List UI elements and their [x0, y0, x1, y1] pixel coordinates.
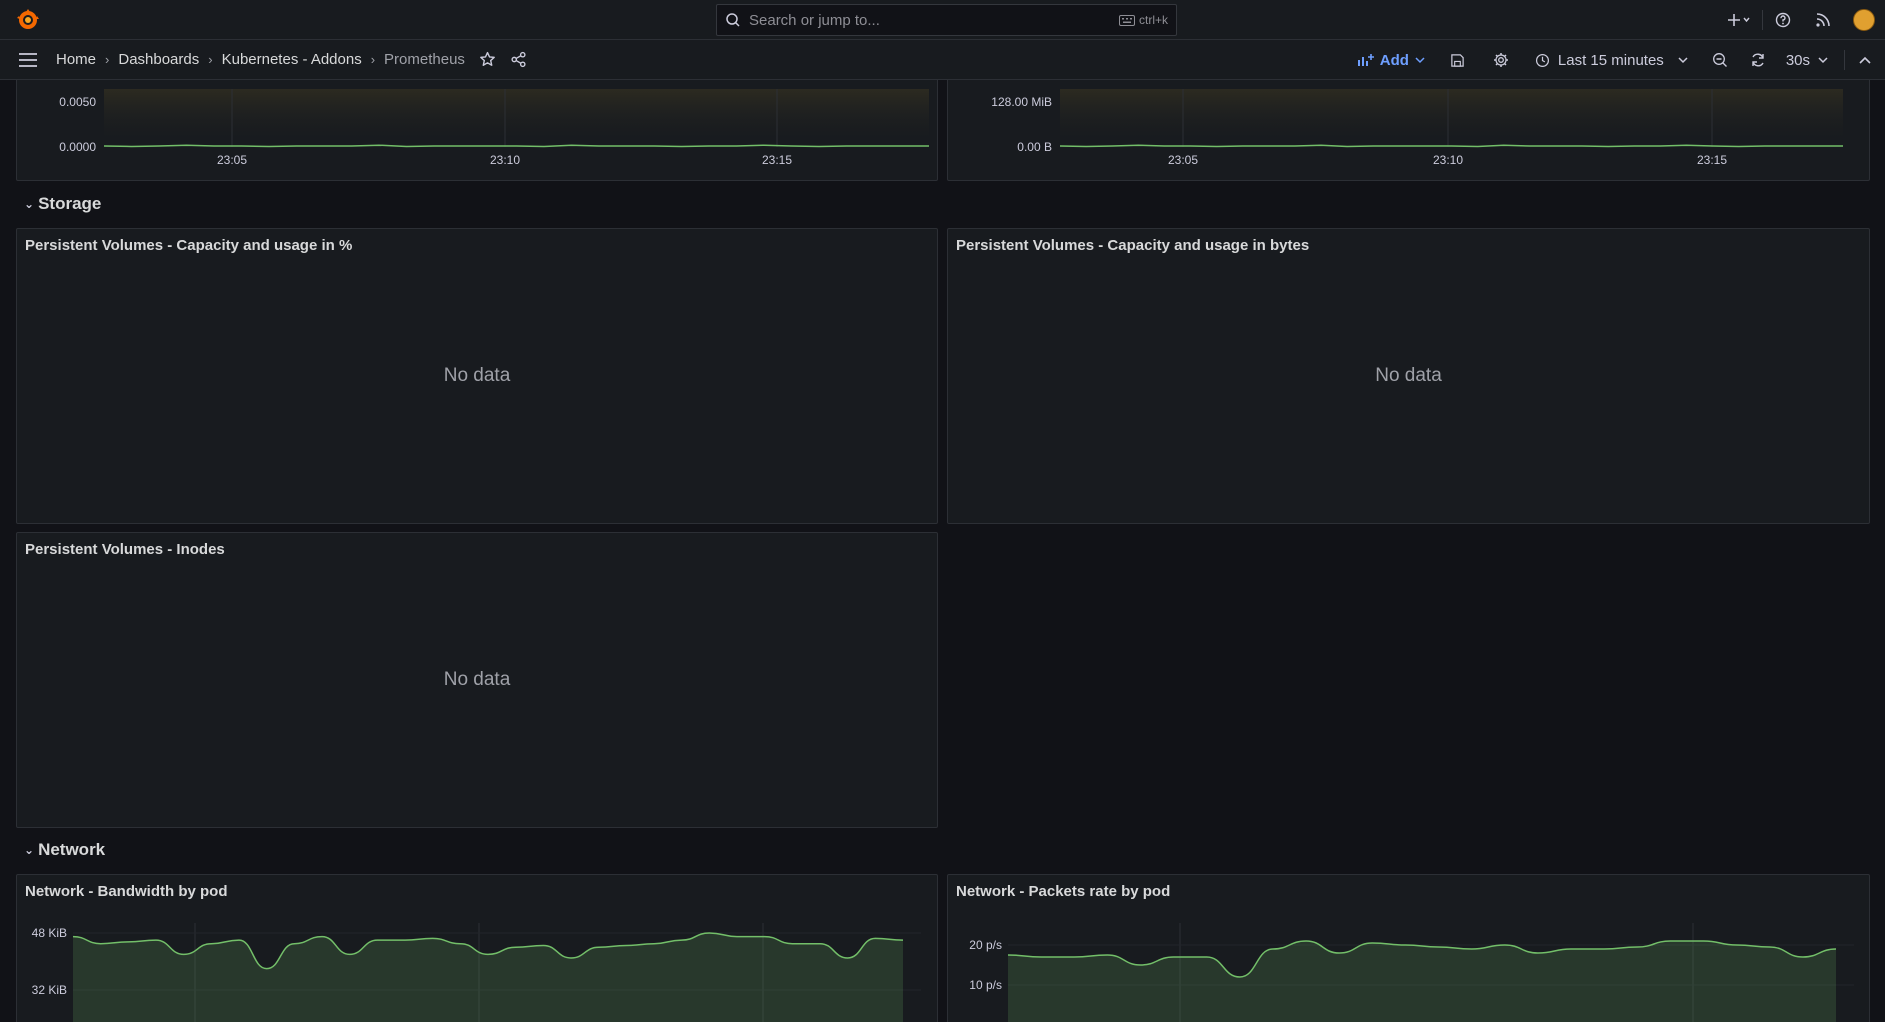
- breadcrumb: Home › Dashboards › Kubernetes - Addons …: [56, 51, 527, 68]
- panel-network-packets[interactable]: Network - Packets rate by pod 20 p/s 10 p…: [947, 874, 1870, 1022]
- time-range-label: Last 15 minutes: [1557, 51, 1664, 69]
- x-tick-label: 23:10: [1433, 153, 1463, 167]
- star-button[interactable]: [479, 51, 496, 68]
- x-tick-label: 23:10: [490, 153, 520, 167]
- chart-network-packets: 20 p/s 10 p/s: [969, 923, 1854, 1022]
- chevron-down-icon: [1415, 57, 1425, 64]
- y-tick-label: 0.0050: [59, 95, 96, 109]
- series-line: [1059, 144, 1843, 148]
- collapse-navbar-button[interactable]: [1845, 40, 1885, 80]
- grafana-logo-icon[interactable]: [16, 8, 40, 32]
- panel-top-right[interactable]: 23:05 23:10 23:15 128.00 MiB 0.00 B: [947, 80, 1870, 181]
- save-dashboard-button[interactable]: [1436, 40, 1479, 80]
- search-shortcut-text: ctrl+k: [1138, 13, 1168, 27]
- series-area: [73, 933, 903, 1022]
- hamburger-icon: [19, 52, 37, 67]
- threshold-band: [1060, 89, 1843, 139]
- rss-icon: [1816, 13, 1830, 27]
- breadcrumb-folder[interactable]: Kubernetes - Addons: [222, 51, 362, 68]
- refresh-interval-picker[interactable]: 30s: [1776, 40, 1838, 80]
- share-icon: [511, 51, 526, 68]
- chart-top-right: 23:05 23:10 23:15 128.00 MiB 0.00 B: [991, 89, 1843, 167]
- search-placeholder: Search or jump to...: [749, 11, 880, 29]
- chevron-right-icon: ›: [370, 52, 376, 67]
- x-tick-label: 23:15: [1697, 153, 1727, 167]
- row-network[interactable]: ⌄ Network: [24, 840, 105, 860]
- chart-network-bandwidth: 48 KiB 32 KiB: [32, 923, 921, 1022]
- y-tick-label: 32 KiB: [32, 983, 67, 997]
- dashboard-canvas: 23:05 23:10 23:15 0.0050 0.0000 23:05 23:10 23…: [0, 80, 1885, 1022]
- share-button[interactable]: [510, 51, 527, 68]
- breadcrumb-dashboards[interactable]: Dashboards: [118, 51, 199, 68]
- x-tick-label: 23:15: [762, 153, 792, 167]
- refresh-button[interactable]: [1740, 40, 1776, 80]
- panel-pv-capacity-percent[interactable]: Persistent Volumes - Capacity and usage …: [16, 228, 938, 524]
- star-icon: [480, 51, 495, 66]
- no-data-message: No data: [443, 669, 511, 690]
- time-range-picker[interactable]: Last 15 minutes: [1523, 40, 1700, 80]
- panel-title: Persistent Volumes - Capacity and usage …: [25, 237, 353, 254]
- breadcrumb-current: Prometheus: [384, 51, 465, 68]
- menu-toggle-button[interactable]: [0, 40, 56, 80]
- help-icon: [1775, 12, 1791, 28]
- panel-top-left[interactable]: 23:05 23:10 23:15 0.0050 0.0000: [16, 80, 938, 181]
- chevron-right-icon: ›: [208, 52, 213, 67]
- no-data-message: No data: [443, 365, 511, 386]
- chevron-down-icon: [1818, 57, 1828, 64]
- series-area: [1008, 941, 1836, 1022]
- y-tick-label: 48 KiB: [32, 926, 67, 940]
- keyboard-icon: [1118, 14, 1135, 26]
- no-data-message: No data: [1375, 365, 1442, 386]
- refresh-icon: [1752, 53, 1764, 67]
- y-tick-label: 0.0000: [59, 140, 96, 154]
- avatar[interactable]: [1853, 9, 1875, 31]
- panel-network-bandwidth[interactable]: Network - Bandwidth by pod 48 KiB 32 KiB: [16, 874, 938, 1022]
- series-line: [103, 144, 929, 148]
- chart-top-left: 23:05 23:10 23:15 0.0050 0.0000: [59, 89, 929, 167]
- refresh-interval-label: 30s: [1785, 51, 1810, 69]
- y-tick-label: 128.00 MiB: [991, 95, 1052, 109]
- row-title: Network: [38, 840, 106, 859]
- zoom-out-icon: [1712, 53, 1727, 67]
- dashboard-settings-button[interactable]: [1479, 40, 1523, 80]
- breadcrumb-home[interactable]: Home: [56, 51, 96, 68]
- add-panel-icon: [1357, 54, 1374, 66]
- search-shortcut: ctrl+k: [1118, 13, 1168, 27]
- panel-pv-inodes[interactable]: Persistent Volumes - Inodes No data: [16, 532, 938, 828]
- x-tick-label: 23:05: [1168, 153, 1198, 167]
- y-tick-label: 20 p/s: [969, 938, 1002, 952]
- search-icon: [726, 13, 740, 27]
- top-navbar: Search or jump to... ctrl+k: [0, 0, 1885, 40]
- add-button[interactable]: Add: [1346, 40, 1436, 80]
- threshold-band: [104, 89, 929, 139]
- plus-icon: [1728, 14, 1750, 26]
- gear-icon: [1493, 53, 1508, 67]
- chevron-right-icon: ›: [105, 52, 110, 67]
- chevron-down-icon: [1678, 57, 1688, 64]
- chevron-up-icon: [1859, 56, 1871, 64]
- panel-title: Persistent Volumes - Inodes: [25, 541, 225, 558]
- dashboard-navbar: Home › Dashboards › Kubernetes - Addons …: [0, 40, 1885, 80]
- y-tick-label: 10 p/s: [969, 978, 1002, 992]
- panel-pv-capacity-bytes[interactable]: Persistent Volumes - Capacity and usage …: [947, 228, 1870, 524]
- news-button[interactable]: [1803, 0, 1843, 40]
- new-menu-button[interactable]: [1716, 0, 1762, 40]
- clock-icon: [1535, 53, 1549, 67]
- row-title: Storage: [38, 194, 102, 213]
- y-tick-label: 0.00 B: [1017, 140, 1052, 154]
- search-input[interactable]: Search or jump to... ctrl+k: [716, 4, 1177, 36]
- row-storage[interactable]: ⌄ Storage: [24, 194, 101, 214]
- chevron-down-icon: ⌄: [24, 843, 35, 857]
- chevron-down-icon: ⌄: [24, 197, 35, 211]
- x-tick-label: 23:05: [217, 153, 247, 167]
- zoom-out-button[interactable]: [1700, 40, 1740, 80]
- help-button[interactable]: [1763, 0, 1803, 40]
- save-icon: [1451, 53, 1464, 67]
- add-label: Add: [1379, 51, 1409, 69]
- panel-title: Persistent Volumes - Capacity and usage …: [956, 237, 1310, 254]
